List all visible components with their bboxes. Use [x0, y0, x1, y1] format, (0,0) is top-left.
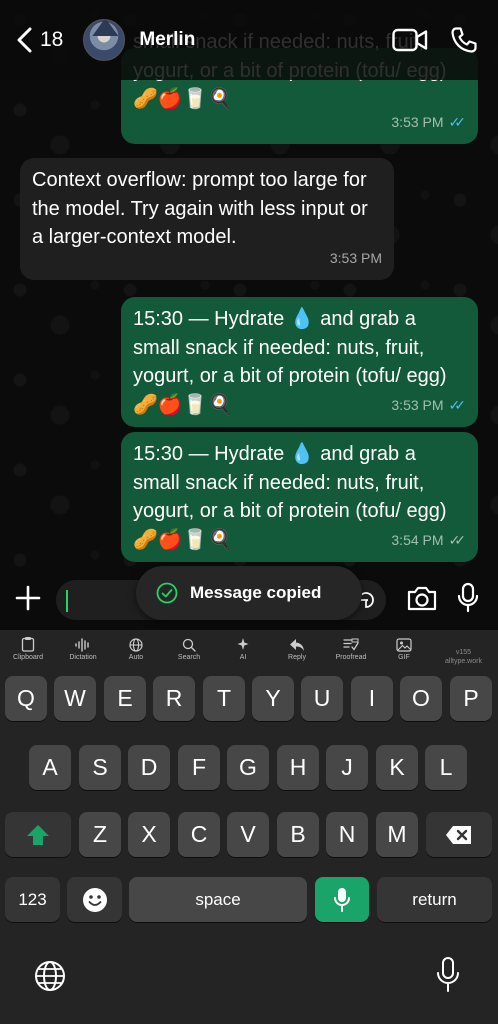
- avatar[interactable]: [83, 19, 126, 61]
- key-d[interactable]: D: [128, 745, 170, 790]
- key-g[interactable]: G: [227, 745, 269, 790]
- toolbar-reply[interactable]: Reply: [271, 634, 323, 661]
- shift-key[interactable]: [5, 812, 71, 857]
- key-b[interactable]: B: [277, 812, 319, 857]
- chevron-left-icon: [17, 27, 32, 53]
- microphone-icon[interactable]: [456, 582, 480, 614]
- backspace-key[interactable]: [426, 812, 492, 857]
- gif-icon: [396, 638, 412, 652]
- message-time: 3:53 PM: [391, 113, 444, 130]
- chat-area: 18 Merlin small snack if needed: nuts, f…: [0, 0, 498, 630]
- toolbar-clipboard[interactable]: Clipboard: [2, 634, 54, 661]
- message-time: 3:53 PM: [391, 396, 444, 413]
- message-meta: 3:54 PM ✓✓: [391, 526, 466, 555]
- plus-icon[interactable]: [14, 584, 42, 612]
- key-t[interactable]: T: [203, 676, 245, 721]
- shift-arrow-icon: [27, 824, 49, 845]
- dictation-mic-icon[interactable]: [436, 956, 460, 994]
- emoji-icon: [82, 887, 107, 912]
- copied-toast: Message copied: [136, 566, 362, 620]
- globe-icon: [129, 638, 143, 652]
- message-meta: 3:53 PM ✓✓: [391, 391, 466, 420]
- key-h[interactable]: H: [277, 745, 319, 790]
- unread-count: 18: [40, 28, 64, 51]
- key-c[interactable]: C: [178, 812, 220, 857]
- key-p[interactable]: P: [450, 676, 492, 721]
- toolbar-proofread[interactable]: Proofread: [325, 634, 377, 661]
- key-l[interactable]: L: [425, 745, 467, 790]
- key-n[interactable]: N: [326, 812, 368, 857]
- key-m[interactable]: M: [376, 812, 418, 857]
- key-v[interactable]: V: [227, 812, 269, 857]
- emoji-key[interactable]: [67, 877, 122, 922]
- microphone-icon: [334, 887, 350, 912]
- contact-name[interactable]: Merlin: [139, 29, 374, 51]
- globe-icon[interactable]: [34, 960, 66, 992]
- keyboard-version: v155 alltype.work: [445, 649, 482, 665]
- delivered-receipt-icon: ✓✓: [448, 531, 467, 548]
- message-meta: 3:53 PM ✓✓: [391, 108, 466, 137]
- clipboard-icon: [21, 637, 35, 652]
- message-bubble-outgoing[interactable]: 15:30 — Hydrate 💧 and grab a small snack…: [121, 432, 478, 562]
- toolbar-gif[interactable]: GIF: [378, 634, 430, 661]
- key-k[interactable]: K: [376, 745, 418, 790]
- message-meta: 3:53 PM: [330, 244, 382, 273]
- key-a[interactable]: A: [29, 745, 71, 790]
- key-z[interactable]: Z: [79, 812, 121, 857]
- key-u[interactable]: U: [301, 676, 343, 721]
- text-cursor: [66, 590, 68, 612]
- reply-icon: [290, 639, 304, 651]
- message-text: Context overflow: prompt too large for t…: [32, 169, 368, 248]
- message-time: 3:54 PM: [391, 531, 444, 548]
- back-button[interactable]: 18: [16, 27, 63, 53]
- key-f[interactable]: F: [178, 745, 220, 790]
- toast-text: Message copied: [190, 583, 322, 602]
- message-bubble-outgoing[interactable]: 15:30 — Hydrate 💧 and grab a small snack…: [121, 297, 478, 427]
- keyboard-toolbar: Clipboard Dictation Auto Search AI Reply…: [0, 630, 498, 670]
- return-key[interactable]: return: [377, 877, 492, 922]
- message-bubble-incoming[interactable]: Context overflow: prompt too large for t…: [20, 158, 394, 280]
- read-receipt-icon: ✓✓: [448, 113, 467, 130]
- search-icon: [182, 638, 196, 652]
- key-i[interactable]: I: [351, 676, 393, 721]
- key-x[interactable]: X: [128, 812, 170, 857]
- toolbar-ai[interactable]: AI: [217, 634, 269, 661]
- check-circle-icon: [156, 582, 178, 604]
- read-receipt-icon: ✓✓: [448, 396, 467, 413]
- keyboard: Clipboard Dictation Auto Search AI Reply…: [0, 630, 498, 1024]
- numbers-key[interactable]: 123: [5, 877, 60, 922]
- waveform-icon: [75, 638, 89, 652]
- key-s[interactable]: S: [79, 745, 121, 790]
- key-e[interactable]: E: [104, 676, 146, 721]
- camera-icon[interactable]: [406, 584, 438, 612]
- dictate-key[interactable]: [315, 877, 369, 922]
- chat-header: 18 Merlin: [0, 0, 498, 80]
- key-w[interactable]: W: [54, 676, 96, 721]
- message-time: 3:53 PM: [329, 249, 382, 266]
- toolbar-search[interactable]: Search: [163, 634, 215, 661]
- key-y[interactable]: Y: [252, 676, 294, 721]
- proofread-icon: [343, 638, 359, 651]
- toolbar-auto[interactable]: Auto: [110, 634, 162, 661]
- key-j[interactable]: J: [326, 745, 368, 790]
- toolbar-dictation[interactable]: Dictation: [57, 634, 109, 661]
- key-r[interactable]: R: [153, 676, 195, 721]
- phone-call-icon[interactable]: [446, 25, 482, 55]
- key-o[interactable]: O: [400, 676, 442, 721]
- key-q[interactable]: Q: [5, 676, 47, 721]
- backspace-icon: [446, 825, 471, 844]
- sparkle-icon: [237, 638, 249, 650]
- video-call-icon[interactable]: [392, 25, 428, 55]
- space-key[interactable]: space: [129, 877, 307, 922]
